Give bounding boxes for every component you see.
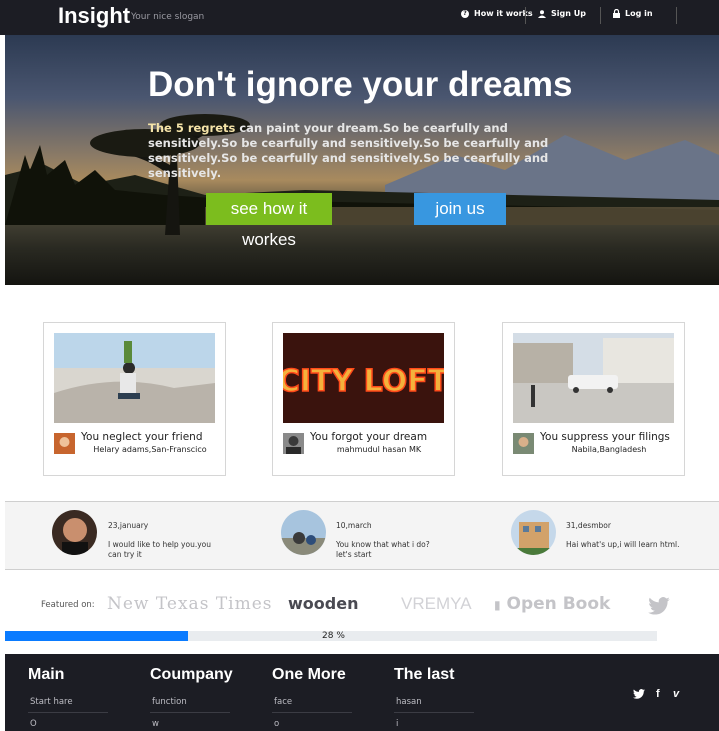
footer-column: The last hasan i bbox=[394, 666, 474, 729]
footer-column: One More face o bbox=[272, 666, 352, 729]
question-icon: ? bbox=[461, 9, 469, 18]
footer-column-title: Main bbox=[28, 666, 65, 683]
book-icon: ▮ bbox=[494, 598, 501, 612]
testimonial-avatar bbox=[52, 510, 97, 555]
nav-log-in[interactable]: Log in bbox=[613, 9, 653, 18]
footer-column: Coumpany function w bbox=[150, 666, 233, 729]
testimonial-text: I would like to help you.you can try it bbox=[108, 540, 211, 559]
testimonial-date: 23,january bbox=[108, 521, 149, 530]
nav-sign-up[interactable]: Sign Up bbox=[538, 9, 586, 18]
wooden-logo[interactable]: wooden bbox=[288, 594, 358, 613]
footer-link[interactable]: i bbox=[394, 719, 474, 729]
avatar bbox=[54, 433, 75, 454]
twitter-icon[interactable] bbox=[648, 597, 670, 615]
nav-how-it-works[interactable]: ? How it works bbox=[461, 9, 533, 18]
footer-column-title: The last bbox=[394, 666, 455, 683]
footer-link[interactable]: O bbox=[28, 719, 108, 729]
site-footer: Main Start hare O Coumpany function w On… bbox=[5, 654, 719, 731]
card-author: Helary adams,San-Franscico bbox=[93, 445, 207, 454]
nav-divider bbox=[676, 7, 677, 24]
footer-link[interactable]: face bbox=[272, 697, 352, 713]
footer-link[interactable]: hasan bbox=[394, 697, 474, 713]
avatar bbox=[283, 433, 304, 454]
facebook-icon[interactable]: f bbox=[656, 688, 660, 700]
card-title: You forgot your dream bbox=[310, 431, 428, 443]
story-card[interactable]: You neglect your friend Helary adams,San… bbox=[43, 322, 226, 476]
user-icon bbox=[538, 9, 546, 18]
footer-link[interactable]: o bbox=[272, 719, 352, 729]
join-us-button[interactable]: join us bbox=[414, 193, 506, 225]
hero-banner: Don't ignore your dreams The 5 regrets c… bbox=[5, 35, 719, 285]
progress-fill bbox=[5, 631, 188, 641]
nav-divider bbox=[525, 7, 526, 24]
footer-link[interactable]: function bbox=[150, 697, 230, 713]
footer-column-title: Coumpany bbox=[150, 666, 233, 683]
story-card[interactable]: You suppress your filings Nabila,Banglad… bbox=[502, 322, 685, 476]
lock-icon bbox=[613, 9, 620, 18]
testimonial-avatar bbox=[511, 510, 556, 555]
city-loft-sign-image: CITY LOFT bbox=[283, 333, 444, 423]
footer-column: Main Start hare O bbox=[28, 666, 108, 729]
brand-slogan: Your nice slogan bbox=[131, 12, 205, 22]
hero-title: Don't ignore your dreams bbox=[148, 65, 573, 104]
top-navbar: Insight Your nice slogan ? How it works … bbox=[0, 0, 719, 35]
open-book-logo[interactable]: ▮ Open Book bbox=[494, 594, 610, 614]
featured-label: Featured on: bbox=[41, 600, 95, 610]
testimonial-text: Hai what's up,i will learn html. bbox=[566, 540, 680, 549]
story-card[interactable]: CITY LOFT You forgot your dream mahmudul… bbox=[272, 322, 455, 476]
twitter-icon[interactable] bbox=[633, 689, 645, 699]
card-author: Nabila,Bangladesh bbox=[571, 445, 647, 454]
testimonial-strip: 23,january I would like to help you.you … bbox=[5, 501, 719, 570]
svg-text:CITY LOFT: CITY LOFT bbox=[283, 364, 444, 399]
testimonial-text: You know that what i do? let's start bbox=[336, 540, 430, 559]
footer-link[interactable]: Start hare bbox=[28, 697, 108, 713]
footer-column-title: One More bbox=[272, 666, 346, 683]
card-title: You neglect your friend bbox=[81, 431, 203, 443]
skatepark-image bbox=[54, 333, 215, 423]
testimonial-avatar bbox=[281, 510, 326, 555]
see-how-it-works-button[interactable]: see how it workes bbox=[206, 193, 332, 249]
testimonial-date: 31,desmbor bbox=[566, 521, 611, 530]
vremya-logo[interactable]: VREMYA bbox=[401, 594, 472, 614]
brand-logo[interactable]: Insight bbox=[58, 3, 130, 29]
avatar bbox=[513, 433, 534, 454]
nav-divider bbox=[600, 7, 601, 24]
hero-lead: The 5 regrets can paint your dream.So be… bbox=[148, 121, 549, 180]
testimonial-date: 10,march bbox=[336, 521, 372, 530]
street-image bbox=[513, 333, 674, 423]
card-author: mahmudul hasan MK bbox=[336, 445, 422, 454]
vimeo-icon[interactable]: v bbox=[673, 688, 679, 700]
card-title: You suppress your filings bbox=[540, 431, 670, 443]
new-texas-times-logo[interactable]: New Texas Times bbox=[107, 594, 273, 614]
progress-label: 28 % bbox=[322, 631, 345, 641]
footer-link[interactable]: w bbox=[150, 719, 230, 729]
